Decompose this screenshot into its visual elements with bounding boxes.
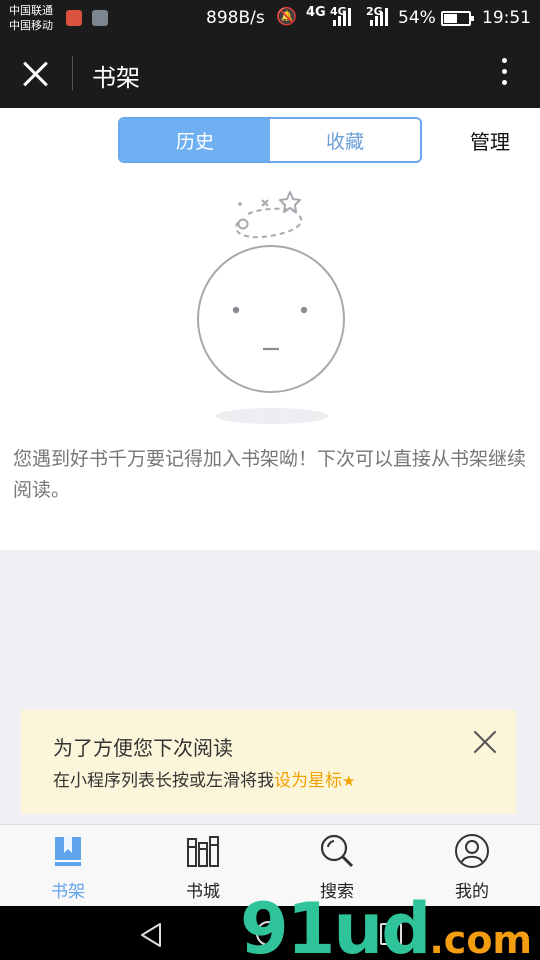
gallery-notification-icon (92, 10, 108, 26)
bookshelf-icon (187, 836, 219, 867)
tip-title: 为了方便您下次阅读 (53, 736, 233, 760)
star-icon: ★ (342, 772, 356, 790)
battery-percent: 54% (398, 8, 436, 28)
segment-control: 历史 收藏 (118, 117, 422, 163)
empty-message: 您遇到好书千万要记得加入书架呦！下次可以直接从书架继续阅读。 (13, 448, 527, 501)
tab-favorites[interactable]: 收藏 (270, 119, 420, 161)
tab-bookshelf[interactable]: 书架 (18, 825, 118, 907)
tip-highlight: 设为星标 (274, 771, 342, 791)
tip-line-prefix: 在小程序列表长按或左滑将我 (53, 771, 274, 791)
watermark-domain: .com (429, 918, 533, 960)
notification-app-icon (66, 10, 82, 26)
tab-label-bookshelf: 书架 (51, 882, 85, 902)
tip-banner: 为了方便您下次阅读 在小程序列表长按或左滑将我设为星标★ (21, 710, 516, 814)
mute-icon: 🔕 (276, 7, 298, 27)
carrier-1: 中国联通 (9, 4, 53, 17)
tab-history[interactable]: 历史 (120, 119, 270, 161)
clock: 19:51 (482, 8, 531, 28)
carrier-names: 中国联通 中国移动 (9, 3, 53, 33)
tab-label-bookstore: 书城 (186, 882, 220, 902)
title-divider (72, 56, 73, 90)
status-bar: 中国联通 中国移动 898B/s 🔕 4G 4G 2G 54% 19:51 (0, 0, 540, 38)
watermark: 91ud.com (240, 888, 532, 960)
signal-icon-2 (370, 8, 388, 26)
battery-icon (441, 11, 474, 26)
bookshelf-content: 历史 收藏 管理 您遇到好书千万要记得加入书架呦！下次可以直接从书架继续阅读。 (0, 108, 540, 550)
sleepy-face-icon (197, 191, 345, 424)
tip-close-icon[interactable] (473, 730, 497, 754)
network-speed: 898B/s (206, 8, 265, 28)
manage-button[interactable]: 管理 (470, 126, 510, 155)
search-icon (320, 834, 354, 868)
page-title: 书架 (92, 64, 140, 92)
book-icon (55, 837, 81, 866)
more-vertical-icon[interactable] (498, 58, 510, 90)
back-icon[interactable] (138, 922, 164, 948)
signal-icon (333, 8, 351, 26)
title-bar: 书架 (0, 38, 540, 108)
tab-bookstore[interactable]: 书城 (153, 825, 253, 907)
network-type-1: 4G (306, 5, 326, 20)
user-icon (455, 834, 489, 868)
carrier-2: 中国移动 (9, 19, 53, 32)
tip-line: 在小程序列表长按或左滑将我设为星标★ (53, 766, 355, 791)
close-icon[interactable] (22, 60, 50, 88)
watermark-number: 91ud (240, 888, 431, 960)
